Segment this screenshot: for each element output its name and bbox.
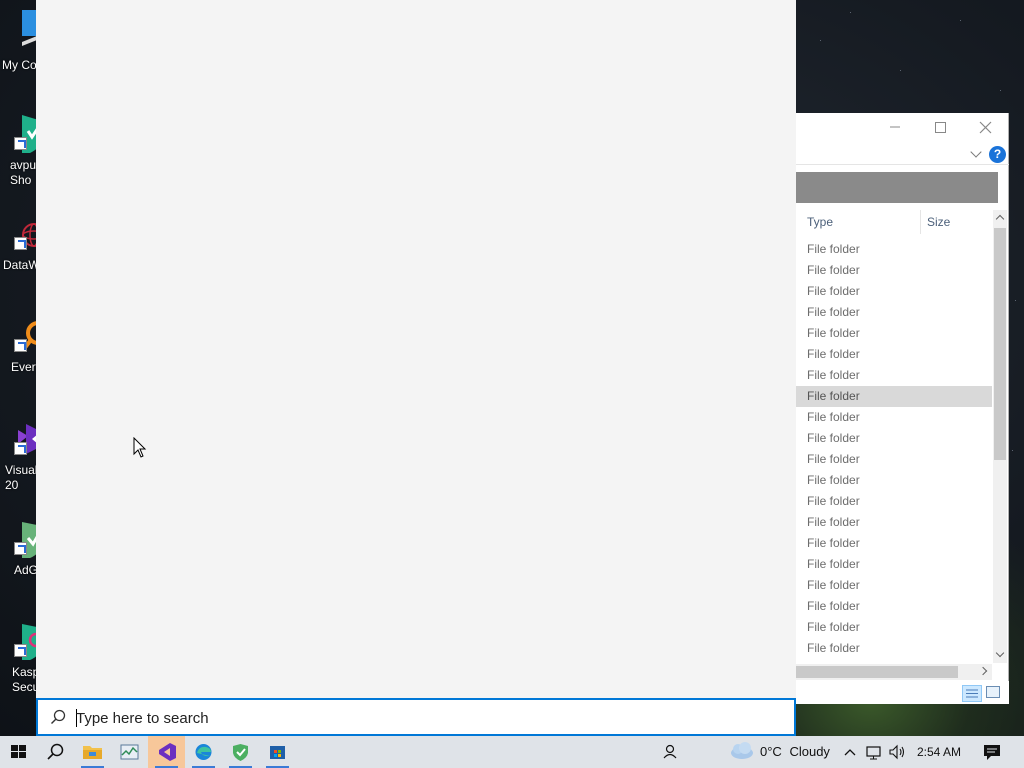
close-icon: [979, 121, 992, 134]
list-item[interactable]: File folder: [796, 428, 992, 449]
details-view-icon[interactable]: [962, 685, 982, 702]
vertical-scrollbar[interactable]: [993, 210, 1007, 663]
volume-button[interactable]: [887, 736, 907, 768]
list-item[interactable]: File folder: [796, 239, 992, 260]
shortcut-arrow-icon: [14, 442, 27, 455]
list-item[interactable]: File folder: [796, 596, 992, 617]
close-button[interactable]: [962, 113, 1007, 141]
maximize-button[interactable]: [917, 113, 962, 141]
visual-studio-icon: [159, 743, 176, 761]
volume-icon: [889, 744, 905, 760]
list-item[interactable]: File folder: [796, 260, 992, 281]
chevron-up-icon: [844, 749, 856, 756]
people-icon: [663, 744, 677, 759]
edge-icon: [195, 744, 212, 760]
list-item-selected[interactable]: File folder: [796, 386, 992, 407]
file-list: File folder File folder File folder File…: [796, 239, 992, 659]
ribbon-bar: ?: [796, 143, 1009, 165]
help-icon[interactable]: ?: [989, 146, 1006, 163]
taskbar: 0°C Cloudy 2:54 AM: [0, 736, 1024, 768]
file-explorer-icon: [83, 746, 102, 759]
store-icon: [270, 746, 285, 759]
column-header: Type Size: [796, 210, 992, 234]
list-item[interactable]: File folder: [796, 302, 992, 323]
list-item[interactable]: File folder: [796, 449, 992, 470]
task-manager-icon: [120, 744, 139, 760]
search-icon: [51, 709, 66, 724]
search-results-panel: [36, 0, 796, 698]
minimize-icon: [890, 126, 900, 128]
desktop-icon-visual-studio[interactable]: Visual 20: [0, 410, 42, 500]
search-input[interactable]: [76, 706, 776, 730]
adguard-icon: [233, 744, 248, 761]
system-clock[interactable]: 2:54 AM: [917, 736, 965, 768]
desktop-icon-datawarehouse[interactable]: DataW: [0, 205, 42, 295]
list-item[interactable]: File folder: [796, 365, 992, 386]
action-center-button[interactable]: [978, 736, 1006, 768]
column-divider[interactable]: [920, 210, 921, 234]
people-button[interactable]: [660, 736, 680, 768]
list-item[interactable]: File folder: [796, 323, 992, 344]
shortcut-arrow-icon: [14, 339, 27, 352]
large-icons-view-icon[interactable]: [986, 686, 1000, 698]
windows-logo-icon: [11, 745, 26, 758]
search-box[interactable]: [36, 698, 796, 736]
desktop-icon-my-computer[interactable]: My Co: [0, 0, 42, 90]
shortcut-arrow-icon: [14, 644, 27, 657]
column-size[interactable]: Size: [927, 215, 950, 229]
shortcut-arrow-icon: [14, 137, 27, 150]
scroll-thumb[interactable]: [994, 228, 1006, 460]
scroll-thumb[interactable]: [796, 666, 958, 678]
list-item[interactable]: File folder: [796, 554, 992, 575]
list-item[interactable]: File folder: [796, 575, 992, 596]
taskbar-adguard[interactable]: [222, 736, 259, 768]
minimize-button[interactable]: [872, 113, 917, 141]
scroll-right-icon[interactable]: [978, 666, 988, 676]
list-item[interactable]: File folder: [796, 638, 992, 659]
list-item[interactable]: File folder: [796, 470, 992, 491]
weather-widget-icon-wrap[interactable]: [728, 736, 756, 768]
network-icon: [866, 746, 881, 760]
start-button[interactable]: [0, 736, 37, 768]
address-bar[interactable]: [796, 172, 998, 203]
column-type[interactable]: Type: [807, 215, 833, 229]
weather-temperature: 0°C: [760, 744, 782, 759]
taskbar-search-button[interactable]: [37, 736, 74, 768]
list-item[interactable]: File folder: [796, 344, 992, 365]
weather-widget[interactable]: 0°C Cloudy: [760, 736, 850, 768]
shortcut-arrow-icon: [14, 237, 27, 250]
list-item[interactable]: File folder: [796, 533, 992, 554]
taskbar-task-manager[interactable]: [111, 736, 148, 768]
show-hidden-icons-button[interactable]: [842, 736, 858, 768]
maximize-icon: [935, 122, 946, 133]
mouse-cursor-icon: [133, 437, 147, 458]
taskbar-store[interactable]: [259, 736, 296, 768]
network-button[interactable]: [864, 736, 884, 768]
list-item[interactable]: File folder: [796, 281, 992, 302]
desktop-icon-kaspersky[interactable]: Kasp Secu: [0, 612, 42, 702]
scroll-down-icon[interactable]: [995, 648, 1005, 658]
search-icon: [47, 743, 64, 760]
expand-ribbon-icon[interactable]: [970, 146, 982, 158]
desktop-icon-avpu[interactable]: avpu Sho: [0, 105, 42, 195]
weather-condition: Cloudy: [789, 744, 830, 759]
taskbar-edge[interactable]: [185, 736, 222, 768]
shortcut-arrow-icon: [14, 542, 27, 555]
taskbar-visual-studio[interactable]: [148, 736, 185, 768]
notification-icon: [984, 745, 1000, 760]
list-item[interactable]: File folder: [796, 491, 992, 512]
cloud-icon: [731, 742, 753, 759]
desktop-icon-everything[interactable]: Every: [0, 307, 42, 397]
horizontal-scrollbar[interactable]: [796, 664, 992, 680]
list-item[interactable]: File folder: [796, 407, 992, 428]
taskbar-file-explorer[interactable]: [74, 736, 111, 768]
scroll-up-icon[interactable]: [995, 214, 1005, 224]
file-explorer-window: ? Type Size File folder File folder File…: [796, 113, 1009, 704]
desktop-icon-adguard[interactable]: AdG: [0, 510, 42, 600]
list-item[interactable]: File folder: [796, 617, 992, 638]
status-bar: [796, 681, 1009, 704]
list-item[interactable]: File folder: [796, 512, 992, 533]
